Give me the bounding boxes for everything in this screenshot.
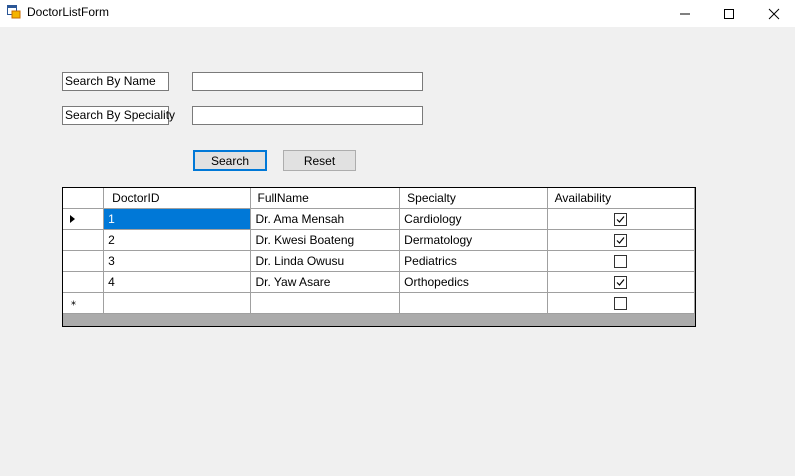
cell-availability[interactable]: [547, 208, 696, 230]
cell-doctorid[interactable]: 1: [103, 208, 252, 230]
minimize-button[interactable]: [662, 0, 708, 27]
minimize-icon: [680, 13, 690, 14]
cell-doctorid[interactable]: [103, 292, 252, 314]
search-button-label: Search: [210, 153, 250, 168]
new-row[interactable]: ⁎: [63, 292, 696, 314]
cell-specialty[interactable]: [399, 292, 548, 314]
availability-checkbox[interactable]: [614, 212, 628, 226]
table-row[interactable]: 2 Dr. Kwesi Boateng Dermatology: [63, 229, 696, 251]
maximize-icon: [724, 8, 734, 19]
table-row[interactable]: 1 Dr. Ama Mensah Cardiology: [63, 208, 696, 230]
cell-fullname[interactable]: Dr. Linda Owusu: [250, 250, 401, 272]
availability-checkbox[interactable]: [614, 254, 628, 268]
cell-specialty[interactable]: Cardiology: [399, 208, 548, 230]
cell-availability[interactable]: [547, 250, 696, 272]
availability-checkbox[interactable]: [614, 233, 628, 247]
header-row: DoctorID FullName Specialty Availability: [63, 188, 696, 209]
app-icon: [7, 5, 21, 19]
reset-button-label: Reset: [303, 153, 336, 168]
current-row-arrow-icon: [70, 214, 75, 223]
corner-header[interactable]: [63, 188, 105, 209]
cell-doctorid[interactable]: 4: [103, 271, 252, 293]
cell-specialty[interactable]: Dermatology: [399, 229, 548, 251]
doctor-data-grid[interactable]: DoctorID FullName Specialty Availability…: [62, 187, 696, 327]
search-by-name-input[interactable]: [192, 72, 423, 91]
maximize-button[interactable]: [706, 0, 752, 27]
cell-fullname[interactable]: [250, 292, 401, 314]
row-header[interactable]: [63, 271, 105, 293]
close-icon: [768, 8, 780, 19]
cell-specialty[interactable]: Pediatrics: [399, 250, 548, 272]
cell-availability[interactable]: [547, 271, 696, 293]
search-by-speciality-input[interactable]: [192, 106, 423, 125]
column-header-doctorid[interactable]: DoctorID: [103, 188, 252, 209]
availability-checkbox[interactable]: [614, 296, 628, 310]
cell-availability[interactable]: [547, 229, 696, 251]
cell-doctorid[interactable]: 2: [103, 229, 252, 251]
window-title: DoctorListForm: [27, 5, 110, 19]
title-bar: DoctorListForm: [0, 0, 795, 27]
cell-doctorid[interactable]: 3: [103, 250, 252, 272]
new-row-asterisk-icon: ⁎: [71, 296, 76, 308]
cell-availability[interactable]: [547, 292, 696, 314]
table-row[interactable]: 4 Dr. Yaw Asare Orthopedics: [63, 271, 696, 293]
cell-specialty[interactable]: Orthopedics: [399, 271, 548, 293]
column-header-specialty[interactable]: Specialty: [399, 188, 548, 209]
search-by-speciality-label: Search By Speciality: [62, 106, 175, 125]
table-row[interactable]: 3 Dr. Linda Owusu Pediatrics: [63, 250, 696, 272]
doctor-table: DoctorID FullName Specialty Availability…: [63, 188, 696, 314]
cell-fullname[interactable]: Dr. Yaw Asare: [250, 271, 401, 293]
row-header[interactable]: ⁎: [63, 292, 105, 314]
availability-checkbox[interactable]: [614, 275, 628, 289]
search-button[interactable]: Search: [193, 150, 267, 171]
close-button[interactable]: [751, 0, 795, 27]
search-by-name-label: Search By Name: [62, 72, 169, 91]
column-header-availability[interactable]: Availability: [547, 188, 696, 209]
cell-fullname[interactable]: Dr. Ama Mensah: [250, 208, 401, 230]
row-header[interactable]: [63, 250, 105, 272]
cell-fullname[interactable]: Dr. Kwesi Boateng: [250, 229, 401, 251]
column-header-fullname[interactable]: FullName: [250, 188, 401, 209]
reset-button[interactable]: Reset: [283, 150, 356, 171]
row-header[interactable]: [63, 229, 105, 251]
row-header[interactable]: [63, 208, 105, 230]
